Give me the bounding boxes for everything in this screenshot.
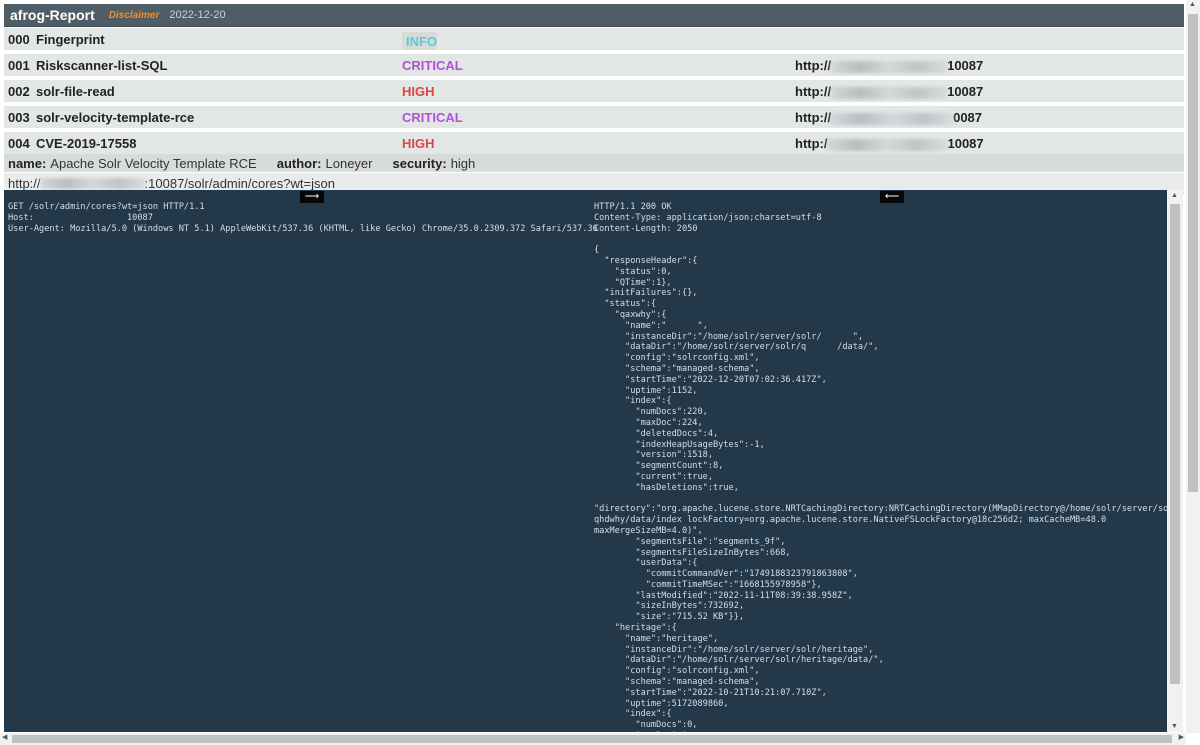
scroll-up-icon[interactable]: ▲ [1171, 192, 1178, 199]
row-index: 003 [8, 110, 30, 125]
row-index: 001 [8, 58, 30, 73]
page-vertical-scrollbar[interactable]: ▲ [1186, 0, 1200, 733]
scrollbar-thumb[interactable] [1170, 204, 1180, 684]
result-row-001[interactable]: 001 Riskscanner-list-SQL CRITICAL http:/… [4, 54, 1184, 76]
panel-vertical-scrollbar[interactable]: ▲ ▼ [1167, 190, 1183, 732]
scroll-right-icon[interactable]: ▶ [1179, 733, 1184, 741]
redacted-host [827, 138, 948, 151]
scroll-up-icon[interactable]: ▲ [1189, 1, 1196, 8]
redacted-host [831, 112, 954, 125]
row-index: 000 [8, 32, 30, 47]
report-date: 2022-12-20 [169, 9, 226, 21]
page-horizontal-scrollbar[interactable]: ◀ ▶ [0, 733, 1186, 745]
brand-title: afrog-Report [10, 7, 95, 23]
row-index: 004 [8, 136, 30, 151]
row-severity: HIGH [402, 84, 435, 99]
row-poc-name: solr-file-read [36, 84, 115, 99]
poc-author-field: author: Loneyer [276, 155, 373, 171]
response-pane: HTTP/1.1 200 OK Content-Type: applicatio… [594, 202, 1167, 732]
disclaimer-link[interactable]: Disclaimer [109, 10, 160, 21]
row-severity: CRITICAL [402, 58, 463, 73]
redacted-host [40, 177, 145, 189]
row-severity: INFO [402, 32, 438, 50]
redacted-host [831, 86, 948, 99]
report-container: afrog-Report Disclaimer 2022-12-20 000 F… [4, 4, 1184, 194]
scrollbar-thumb[interactable] [12, 735, 1172, 743]
row-poc-name: Riskscanner-list-SQL [36, 58, 168, 73]
row-severity: CRITICAL [402, 110, 463, 125]
row-severity: HIGH [402, 136, 435, 151]
scroll-left-icon[interactable]: ◀ [2, 733, 7, 741]
row-poc-name: CVE-2019-17558 [36, 136, 137, 151]
row-poc-name: Fingerprint [36, 32, 105, 47]
row-target-url[interactable]: http:/10087 [795, 136, 984, 151]
row-target-url[interactable]: http://10087 [795, 58, 983, 73]
scrollbar-thumb[interactable] [1188, 14, 1198, 492]
result-row-004[interactable]: 004 CVE-2019-17558 HIGH http:/10087 [4, 132, 1184, 154]
scroll-down-icon[interactable]: ▼ [1171, 723, 1178, 730]
row-target-url[interactable]: http://10087 [795, 84, 983, 99]
result-row-000[interactable]: 000 Fingerprint INFO [4, 28, 1184, 50]
redacted-host [831, 60, 948, 73]
request-pane: GET /solr/admin/cores?wt=json HTTP/1.1 H… [8, 202, 598, 234]
row-poc-name: solr-velocity-template-rce [36, 110, 195, 125]
poc-security-field: security: high [392, 155, 476, 171]
row-target-url[interactable]: http://0087 [795, 110, 982, 125]
result-row-003[interactable]: 003 solr-velocity-template-rce CRITICAL … [4, 106, 1184, 128]
request-response-panel: ⟶ ⟵ GET /solr/admin/cores?wt=json HTTP/1… [4, 190, 1167, 732]
poc-name-field: name: Apache Solr Velocity Template RCE [8, 155, 257, 171]
result-row-002[interactable]: 002 solr-file-read HIGH http://10087 [4, 80, 1184, 102]
report-header: afrog-Report Disclaimer 2022-12-20 [4, 4, 1184, 27]
row-index: 002 [8, 84, 30, 99]
poc-detail-bar: name: Apache Solr Velocity Template RCE a… [4, 154, 1184, 172]
